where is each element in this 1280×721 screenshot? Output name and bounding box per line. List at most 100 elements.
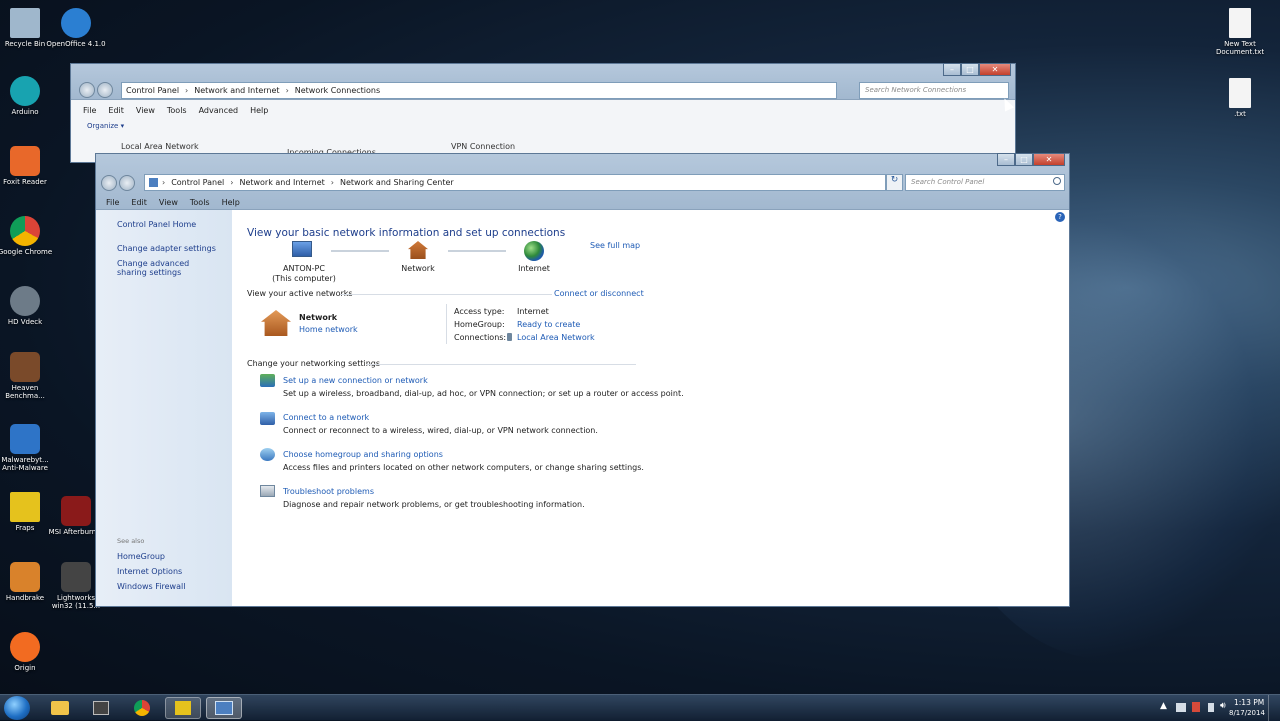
change-settings-label: Change your networking settings	[247, 359, 381, 368]
network-connections-window[interactable]: – □ ✕ Control Panel › Network and Interne…	[70, 63, 1016, 163]
menu-edit[interactable]: Edit	[131, 198, 147, 207]
chrome-icon	[10, 216, 40, 246]
address-bar[interactable]: › Control Panel › Network and Internet › N…	[144, 174, 886, 191]
taskbar-fraps[interactable]	[165, 697, 201, 719]
taskbar-media-center[interactable]	[83, 697, 119, 719]
menu-tools[interactable]: Tools	[190, 198, 210, 207]
breadcrumb-item[interactable]: Control Panel	[171, 178, 224, 187]
network-sharing-center-window[interactable]: – □ ✕ › Control Panel › Network and Inter…	[95, 153, 1070, 607]
menu-view[interactable]: View	[159, 198, 178, 207]
lightworks-icon	[61, 562, 91, 592]
breadcrumb-item[interactable]: Network Connections	[295, 86, 380, 95]
clock-date[interactable]: 8/17/2014	[1229, 709, 1265, 717]
tray-power-icon[interactable]	[1208, 703, 1214, 712]
help-icon[interactable]: ?	[1055, 212, 1065, 222]
menu-file[interactable]: File	[106, 198, 119, 207]
openoffice-icon	[61, 8, 91, 38]
breadcrumb-item[interactable]: Network and Internet	[194, 86, 279, 95]
refresh-icon[interactable]: ↻	[886, 174, 903, 191]
desktop-icon-malwarebytes[interactable]: Malwarebyt... Anti-Malware	[0, 424, 55, 472]
sidebar-control-panel-home[interactable]: Control Panel Home	[117, 220, 196, 229]
tray-volume-icon[interactable]: 🔊︎	[1220, 701, 1226, 711]
sidebar-change-advanced-sharing[interactable]: Change advanced sharing settings	[117, 259, 217, 277]
organize-button[interactable]: Organize ▾	[87, 122, 124, 130]
tray-security-icon[interactable]	[1192, 702, 1200, 712]
desktop-icon-openoffice[interactable]: OpenOffice 4.1.0	[46, 8, 106, 48]
malwarebytes-icon	[10, 424, 40, 454]
map-network-label[interactable]: Network	[398, 264, 438, 273]
minimize-button[interactable]: –	[997, 153, 1015, 166]
clock-time[interactable]: 1:13 PM	[1234, 698, 1264, 707]
start-button[interactable]	[4, 696, 30, 720]
menu-tools[interactable]: Tools	[167, 106, 187, 115]
menu-file[interactable]: File	[83, 106, 96, 115]
breadcrumb-item[interactable]: Network and Sharing Center	[340, 178, 454, 187]
clapperboard-icon	[93, 701, 109, 715]
menu-help[interactable]: Help	[222, 198, 240, 207]
desktop-icon-origin[interactable]: Origin	[0, 632, 55, 672]
desktop-icon-new-text-document[interactable]: New Text Document.txt	[1210, 8, 1270, 56]
tray-show-hidden-icon[interactable]: ▲	[1160, 701, 1167, 711]
new-connection-icon	[260, 374, 275, 387]
connect-or-disconnect-link[interactable]: Connect or disconnect	[554, 289, 644, 298]
close-button[interactable]: ✕	[979, 63, 1011, 76]
desktop-icon-hd-vdeck[interactable]: HD Vdeck	[0, 286, 55, 326]
task-connect-network-desc: Connect or reconnect to a wireless, wire…	[283, 426, 598, 435]
breadcrumb-item[interactable]: Network and Internet	[239, 178, 324, 187]
see-also-homegroup[interactable]: HomeGroup	[117, 552, 165, 561]
homegroup-value-link[interactable]: Ready to create	[517, 320, 580, 329]
task-connect-network-link[interactable]: Connect to a network	[283, 413, 369, 422]
menu-edit[interactable]: Edit	[108, 106, 124, 115]
see-full-map-link[interactable]: See full map	[590, 241, 640, 250]
connection-vpn[interactable]: VPN Connection	[451, 142, 515, 151]
maximize-button[interactable]: □	[961, 63, 979, 76]
menu-help[interactable]: Help	[250, 106, 268, 115]
task-homegroup-link[interactable]: Choose homegroup and sharing options	[283, 450, 443, 459]
origin-icon	[10, 632, 40, 662]
desktop-icon-heaven-benchmark[interactable]: Heaven Benchma...	[0, 352, 55, 400]
connection-local-area-network[interactable]: Local Area Network	[121, 142, 199, 151]
see-also-heading: See also	[117, 537, 145, 545]
desktop-icon-google-chrome[interactable]: Google Chrome	[0, 216, 55, 256]
map-computer-sub: (This computer)	[272, 274, 336, 283]
sidebar-change-adapter-settings[interactable]: Change adapter settings	[117, 244, 216, 253]
map-internet-label[interactable]: Internet	[514, 264, 554, 273]
back-button[interactable]	[79, 82, 95, 98]
close-button[interactable]: ✕	[1033, 153, 1065, 166]
sidebar: Control Panel Home Change adapter settin…	[96, 210, 232, 606]
local-area-network-link[interactable]: Local Area Network	[517, 333, 595, 342]
taskbar-explorer[interactable]	[42, 697, 78, 719]
window-caption-buttons: – □ ✕	[997, 153, 1065, 166]
taskbar-chrome[interactable]	[124, 697, 160, 719]
search-input[interactable]: Search Network Connections	[859, 82, 1009, 99]
arduino-icon	[10, 76, 40, 106]
map-link-line	[448, 250, 506, 252]
home-network-icon	[408, 241, 428, 259]
folder-icon	[51, 701, 69, 715]
back-button[interactable]	[101, 175, 117, 191]
forward-button[interactable]	[97, 82, 113, 98]
desktop-icon-foxit-reader[interactable]: Foxit Reader	[0, 146, 55, 186]
breadcrumb-item[interactable]: Control Panel	[126, 86, 179, 95]
menu-advanced[interactable]: Advanced	[199, 106, 239, 115]
desktop-icon-txt-file[interactable]: .txt	[1210, 78, 1270, 118]
network-type-link[interactable]: Home network	[299, 325, 358, 334]
show-desktop-button[interactable]	[1268, 695, 1280, 721]
desktop-icon-arduino[interactable]: Arduino	[0, 76, 55, 116]
taskbar-control-panel[interactable]	[206, 697, 242, 719]
see-also-internet-options[interactable]: Internet Options	[117, 567, 182, 576]
minimize-button[interactable]: –	[943, 63, 961, 76]
recycle-bin-icon	[10, 8, 40, 38]
tray-network-icon[interactable]	[1176, 703, 1186, 712]
taskbar: ▲ 🔊︎ 1:13 PM 8/17/2014	[0, 694, 1280, 721]
search-input[interactable]: Search Control Panel	[905, 174, 1065, 191]
address-bar[interactable]: Control Panel › Network and Internet › Net…	[121, 82, 837, 99]
menu-view[interactable]: View	[136, 106, 155, 115]
computer-icon	[292, 241, 312, 257]
task-setup-connection-link[interactable]: Set up a new connection or network	[283, 376, 428, 385]
maximize-button[interactable]: □	[1015, 153, 1033, 166]
chrome-icon	[134, 700, 150, 716]
task-troubleshoot-link[interactable]: Troubleshoot problems	[283, 487, 374, 496]
see-also-windows-firewall[interactable]: Windows Firewall	[117, 582, 185, 591]
forward-button[interactable]	[119, 175, 135, 191]
